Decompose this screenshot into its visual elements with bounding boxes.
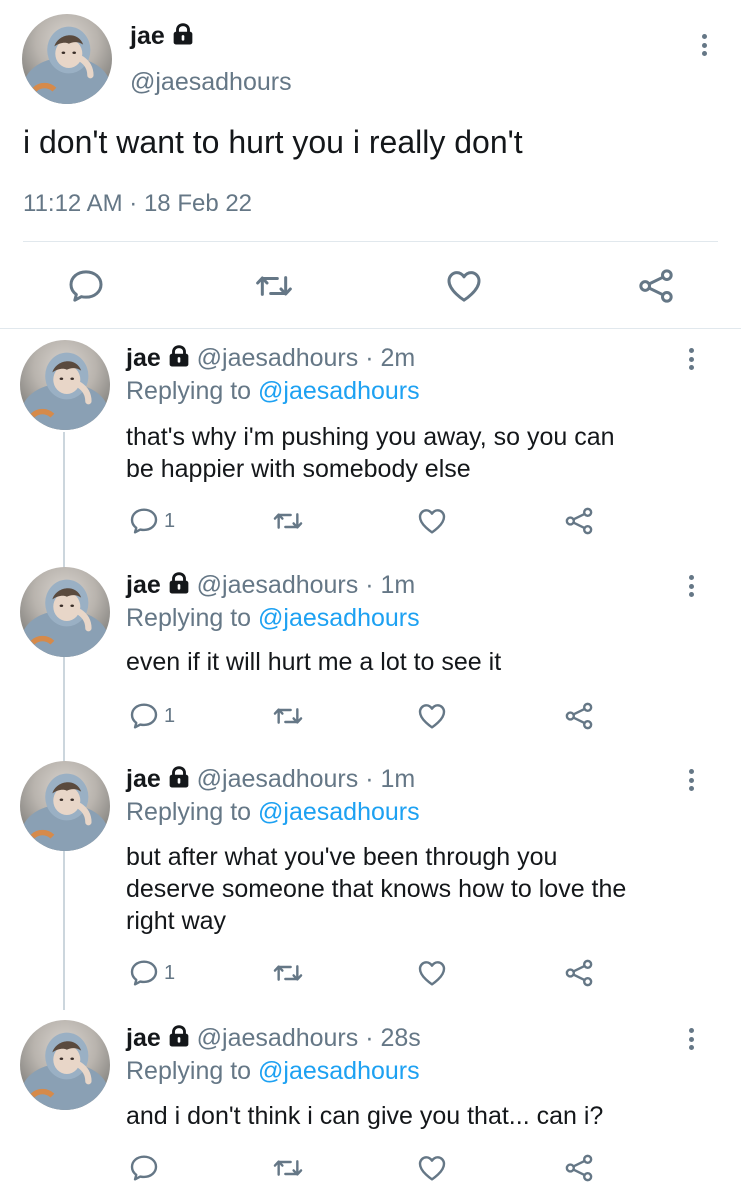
retweet-button[interactable]	[272, 505, 304, 537]
like-icon	[416, 505, 448, 537]
avatar[interactable]	[20, 567, 110, 657]
lock-icon	[168, 1025, 190, 1047]
author-handle[interactable]: @jaesadhours	[197, 571, 359, 599]
more-icon[interactable]	[681, 769, 701, 795]
tweet-text: even if it will hurt me a lot to see it	[126, 648, 502, 676]
lock-icon	[168, 345, 190, 367]
share-button[interactable]	[563, 957, 595, 989]
section-divider	[0, 328, 741, 329]
reply-button[interactable]	[128, 1152, 164, 1184]
retweet-icon	[272, 700, 304, 732]
retweet-icon	[272, 1152, 304, 1184]
like-button[interactable]	[416, 957, 448, 989]
author-handle[interactable]: @jaesadhours	[197, 765, 359, 793]
divider	[23, 241, 718, 242]
share-button[interactable]	[636, 266, 676, 306]
share-icon	[563, 700, 595, 732]
like-button[interactable]	[416, 505, 448, 537]
reply-icon	[128, 957, 160, 989]
tweet-text: i don't want to hurt you i really don't	[23, 124, 523, 160]
replying-label: Replying to	[126, 798, 252, 826]
share-icon	[636, 266, 676, 306]
author-name[interactable]: jae	[130, 22, 165, 50]
retweet-icon	[272, 505, 304, 537]
lock-icon	[172, 23, 194, 45]
more-icon[interactable]	[681, 348, 701, 374]
like-icon	[416, 957, 448, 989]
like-button[interactable]	[444, 266, 484, 306]
like-button[interactable]	[416, 1152, 448, 1184]
more-icon[interactable]	[681, 1028, 701, 1054]
reply-button[interactable]: 1	[128, 505, 175, 537]
like-icon	[416, 700, 448, 732]
more-icon[interactable]	[694, 34, 714, 60]
share-button[interactable]	[563, 700, 595, 732]
share-icon	[563, 1152, 595, 1184]
avatar[interactable]	[20, 340, 110, 430]
replying-to-link[interactable]: @jaesadhours	[258, 798, 420, 826]
reply-count: 1	[164, 509, 176, 532]
more-icon[interactable]	[681, 575, 701, 601]
lock-icon	[168, 572, 190, 594]
lock-icon	[168, 766, 190, 788]
author-name[interactable]: jae	[126, 344, 161, 372]
reply-count: 1	[164, 961, 176, 984]
avatar[interactable]	[20, 1020, 110, 1110]
tweet-timestamp[interactable]: 11:12 AM · 18 Feb 22	[23, 190, 252, 218]
retweet-button[interactable]	[272, 957, 304, 989]
author-name[interactable]: jae	[126, 571, 161, 599]
author-handle[interactable]: @jaesadhours	[197, 1024, 359, 1052]
replying-label: Replying to	[126, 1057, 252, 1085]
tweet-age: · 28s	[365, 1024, 421, 1052]
retweet-button[interactable]	[272, 1152, 304, 1184]
tweet-text: that's why i'm pushing you away, so you …	[126, 423, 615, 483]
reply-count: 1	[164, 704, 176, 727]
replying-label: Replying to	[126, 377, 252, 405]
tweet-text: but after what you've been through you d…	[126, 843, 627, 935]
replying-to-link[interactable]: @jaesadhours	[258, 377, 420, 405]
author-handle[interactable]: @jaesadhours	[197, 344, 359, 372]
author-name[interactable]: jae	[126, 1024, 161, 1052]
replying-to-link[interactable]: @jaesadhours	[258, 1057, 420, 1085]
retweet-icon	[254, 266, 294, 306]
share-icon	[563, 957, 595, 989]
share-icon	[563, 505, 595, 537]
avatar[interactable]	[22, 14, 112, 104]
like-icon	[416, 1152, 448, 1184]
reply-button[interactable]	[66, 266, 106, 306]
retweet-icon	[272, 957, 304, 989]
like-icon	[444, 266, 484, 306]
reply-button[interactable]: 1	[128, 957, 175, 989]
tweet-age: · 1m	[365, 765, 416, 793]
reply-icon	[66, 266, 106, 306]
share-button[interactable]	[563, 1152, 595, 1184]
replying-label: Replying to	[126, 604, 252, 632]
reply-icon	[128, 700, 160, 732]
retweet-button[interactable]	[272, 700, 304, 732]
replying-to-link[interactable]: @jaesadhours	[258, 604, 420, 632]
tweet-text: and i don't think i can give you that...…	[126, 1102, 604, 1130]
author-name[interactable]: jae	[126, 765, 161, 793]
tweet-age: · 1m	[365, 571, 416, 599]
reply-button[interactable]: 1	[128, 700, 175, 732]
share-button[interactable]	[563, 505, 595, 537]
reply-icon	[128, 1152, 160, 1184]
retweet-button[interactable]	[254, 266, 294, 306]
thread-line	[63, 432, 65, 1010]
reply-icon	[128, 505, 160, 537]
tweet-age: · 2m	[365, 344, 416, 372]
avatar[interactable]	[20, 761, 110, 851]
like-button[interactable]	[416, 700, 448, 732]
author-handle[interactable]: @jaesadhours	[130, 68, 292, 97]
